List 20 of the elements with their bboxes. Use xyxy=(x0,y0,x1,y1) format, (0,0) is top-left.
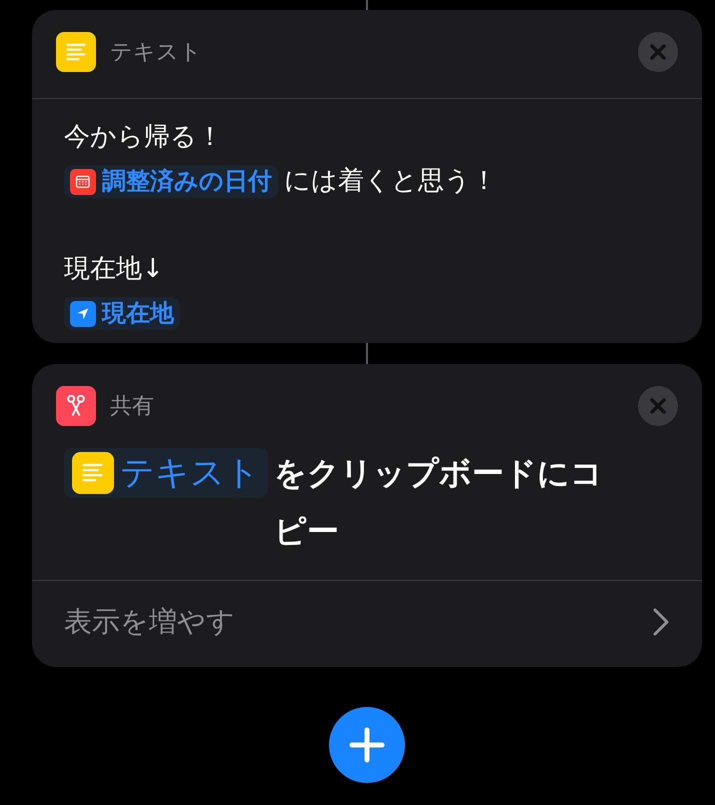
chevron-right-icon xyxy=(652,607,670,637)
text-lines-icon xyxy=(72,452,114,494)
text-content: 今から帰る！ xyxy=(64,122,223,152)
plus-icon xyxy=(349,727,385,763)
scissors-icon xyxy=(56,386,96,426)
text-content: 現在地↓ xyxy=(64,254,164,284)
action-title: テキスト xyxy=(110,39,203,67)
text-content: には着くと思う！ xyxy=(284,166,497,196)
close-icon xyxy=(649,43,667,61)
variable-token[interactable]: 現在地 xyxy=(64,297,180,330)
text-lines-icon xyxy=(56,32,96,72)
close-button[interactable] xyxy=(638,386,678,426)
action-title: 共有 xyxy=(110,393,155,421)
close-button[interactable] xyxy=(638,32,678,72)
close-icon xyxy=(649,397,667,415)
calendar-icon xyxy=(70,168,96,195)
action-text: をクリップボードにコピー xyxy=(274,453,604,552)
variable-token[interactable]: テキスト xyxy=(64,448,268,498)
show-more-button[interactable]: 表示を増やす xyxy=(32,580,702,667)
variable-token[interactable]: 調整済みの日付 xyxy=(64,165,278,198)
